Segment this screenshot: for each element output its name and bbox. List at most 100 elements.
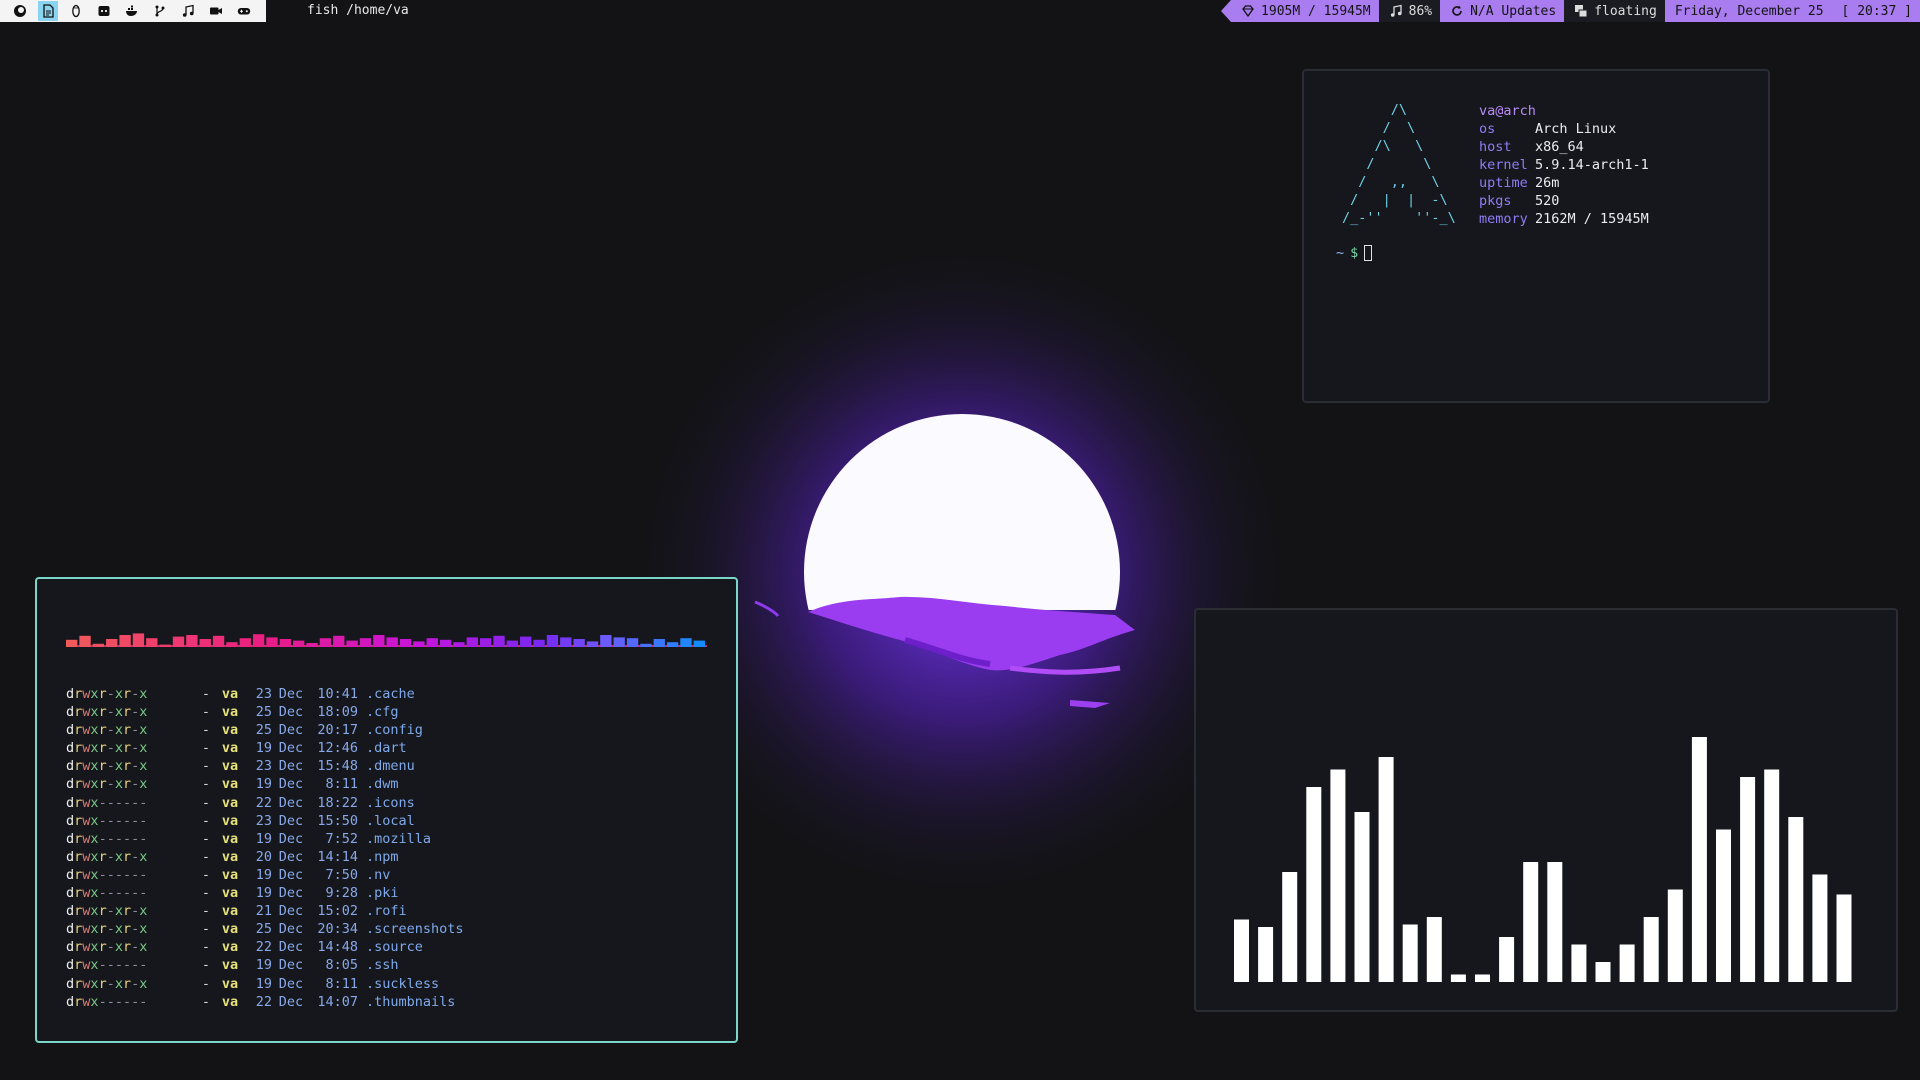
discord-icon[interactable] xyxy=(94,1,114,21)
permissions: drwxr-xr-x xyxy=(66,848,148,865)
list-item[interactable]: drwxr-xr-x - va 20 Dec 14:14 .npm xyxy=(66,848,464,866)
mod-day: 21 xyxy=(255,903,272,920)
list-item[interactable]: drwxr-xr-x - va 23 Dec 15:48 .dmenu xyxy=(66,757,464,775)
permissions: drwxr-xr-x xyxy=(66,776,148,793)
owner: va xyxy=(221,993,239,1010)
spectrum-bar xyxy=(479,638,492,647)
info-value: 2162M / 15945M xyxy=(1535,211,1649,227)
mod-month: Dec xyxy=(278,957,304,974)
visualizer-bar xyxy=(1475,974,1490,982)
file-name: .thumbnails xyxy=(366,993,456,1010)
list-item[interactable]: drwx------ - va 19 Dec 7:50 .nv xyxy=(66,866,464,884)
visualizer-bar xyxy=(1691,737,1707,982)
gamepad-icon[interactable] xyxy=(234,1,254,21)
music-note-icon[interactable] xyxy=(178,1,198,21)
mod-month: Dec xyxy=(278,722,304,739)
mod-day: 25 xyxy=(255,704,272,721)
spectrum-bar xyxy=(413,641,425,647)
info-value: 26m xyxy=(1535,175,1560,191)
mod-month: Dec xyxy=(278,758,304,775)
list-item[interactable]: drwxr-xr-x - va 21 Dec 15:02 .rofi xyxy=(66,902,464,920)
size-dash: - xyxy=(201,758,210,775)
spectrum-bar xyxy=(226,642,238,647)
docker-icon[interactable] xyxy=(122,1,142,21)
audio-visualizer xyxy=(1194,608,1898,1012)
info-key: pkgs xyxy=(1479,193,1512,209)
permissions: drwx------ xyxy=(66,794,148,811)
spectrum-bar xyxy=(293,640,305,647)
info-value: Arch Linux xyxy=(1535,121,1617,137)
info-row-memory: memory 2162M / 15945M xyxy=(1479,210,1649,228)
spectrum-bar xyxy=(506,640,519,647)
video-camera-icon[interactable] xyxy=(206,1,226,21)
arch-logo-line: /_-'' ''-_\ xyxy=(1342,210,1456,226)
directory-listing: drwxr-xr-x - va 23 Dec 10:41 .cache drwxr-xr-x -… xyxy=(66,685,464,1011)
list-item[interactable]: drwxr-xr-x - va 23 Dec 10:41 .cache xyxy=(66,685,464,703)
list-item[interactable]: drwx------ - va 22 Dec 14:07 .thumbnails xyxy=(66,993,464,1011)
datetime-status: Friday, December 25 [ 20:37 ] xyxy=(1664,0,1920,22)
permissions: drwxr-xr-x xyxy=(66,758,148,775)
shell-prompt[interactable]: ~ $ xyxy=(1336,245,1373,261)
spectrum-bar xyxy=(640,643,652,647)
file-name: .cache xyxy=(366,686,415,702)
visualizer-bar xyxy=(1643,917,1659,982)
spectrum-bar xyxy=(466,637,478,647)
visualizer-bar xyxy=(1619,944,1635,982)
firefox-icon[interactable] xyxy=(10,1,30,21)
list-item[interactable]: drwx------ - va 19 Dec 7:52 .mozilla xyxy=(66,830,464,848)
file-name: .mozilla xyxy=(366,830,432,847)
spectrum-bar xyxy=(186,635,198,647)
mod-day: 20 xyxy=(255,848,272,865)
owner: va xyxy=(221,812,239,829)
mod-day: 19 xyxy=(255,975,272,992)
updates-status[interactable]: N/A Updates xyxy=(1440,0,1565,22)
mod-day: 23 xyxy=(255,686,272,702)
list-item[interactable]: drwxr-xr-x - va 25 Dec 20:17 .config xyxy=(66,721,464,739)
list-item[interactable]: drwxr-xr-x - va 19 Dec 12:46 .dart xyxy=(66,739,464,757)
git-branch-icon[interactable] xyxy=(150,1,170,21)
spectrum-bar xyxy=(439,639,452,647)
owner: va xyxy=(221,939,239,956)
list-item[interactable]: drwxr-xr-x - va 25 Dec 18:09 .cfg xyxy=(66,703,464,721)
list-item[interactable]: drwxr-xr-x - va 19 Dec 8:11 .dwm xyxy=(66,775,464,793)
info-row-uptime: uptime 26m xyxy=(1479,174,1649,192)
file-name: .dart xyxy=(366,740,407,757)
visualizer-bar xyxy=(1740,777,1756,982)
file-listing-terminal[interactable]: drwxr-xr-x - va 23 Dec 10:41 .cache drwxr-xr-x -… xyxy=(35,577,738,1043)
list-item[interactable]: drwx------ - va 19 Dec 9:28 .pki xyxy=(66,884,464,902)
mod-time: 8:11 xyxy=(325,975,358,992)
document-icon[interactable] xyxy=(38,1,58,21)
spectrum-bar xyxy=(386,637,398,647)
mod-time: 14:48 xyxy=(317,939,358,956)
mod-time: 8:05 xyxy=(325,957,358,974)
owner: va xyxy=(221,722,239,739)
list-item[interactable]: drwxr-xr-x - va 25 Dec 20:34 .screenshots xyxy=(66,920,464,938)
list-item[interactable]: drwx------ - va 19 Dec 8:05 .ssh xyxy=(66,956,464,974)
memory-status: 1905M / 15945M xyxy=(1231,0,1379,22)
list-item[interactable]: drwxr-xr-x - va 19 Dec 8:11 .suckless xyxy=(66,975,464,993)
spectrum-bar xyxy=(399,639,412,647)
tux-icon[interactable] xyxy=(66,1,86,21)
permissions: drwxr-xr-x xyxy=(66,704,148,721)
size-dash: - xyxy=(201,740,210,757)
visualizer-bar xyxy=(1788,817,1804,982)
mod-time: 15:50 xyxy=(317,812,358,829)
spectrum-bar xyxy=(520,636,532,647)
list-item[interactable]: drwx------ - va 22 Dec 18:22 .icons xyxy=(66,794,464,812)
info-row-pkgs: pkgs 520 xyxy=(1479,192,1649,210)
spectrum-bar xyxy=(212,635,225,647)
visualizer-bar xyxy=(1812,874,1828,982)
layout-status[interactable]: floating xyxy=(1564,0,1665,22)
neofetch-terminal[interactable]: /\ / \ /\ \ / \ / ,, \ / | | -\ /_-'' ''-… xyxy=(1302,69,1770,403)
owner: va xyxy=(221,903,239,920)
list-item[interactable]: drwxr-xr-x - va 22 Dec 14:48 .source xyxy=(66,938,464,956)
tag-list xyxy=(0,0,266,22)
arch-logo-line: / \ xyxy=(1342,120,1416,136)
volume-status[interactable]: 86% xyxy=(1378,0,1441,22)
info-key: uptime xyxy=(1479,175,1528,191)
list-item[interactable]: drwx------ - va 23 Dec 15:50 .local xyxy=(66,812,464,830)
size-dash: - xyxy=(201,794,210,811)
size-dash: - xyxy=(201,830,210,847)
owner: va xyxy=(221,866,239,883)
visualizer-bar xyxy=(1378,757,1394,982)
